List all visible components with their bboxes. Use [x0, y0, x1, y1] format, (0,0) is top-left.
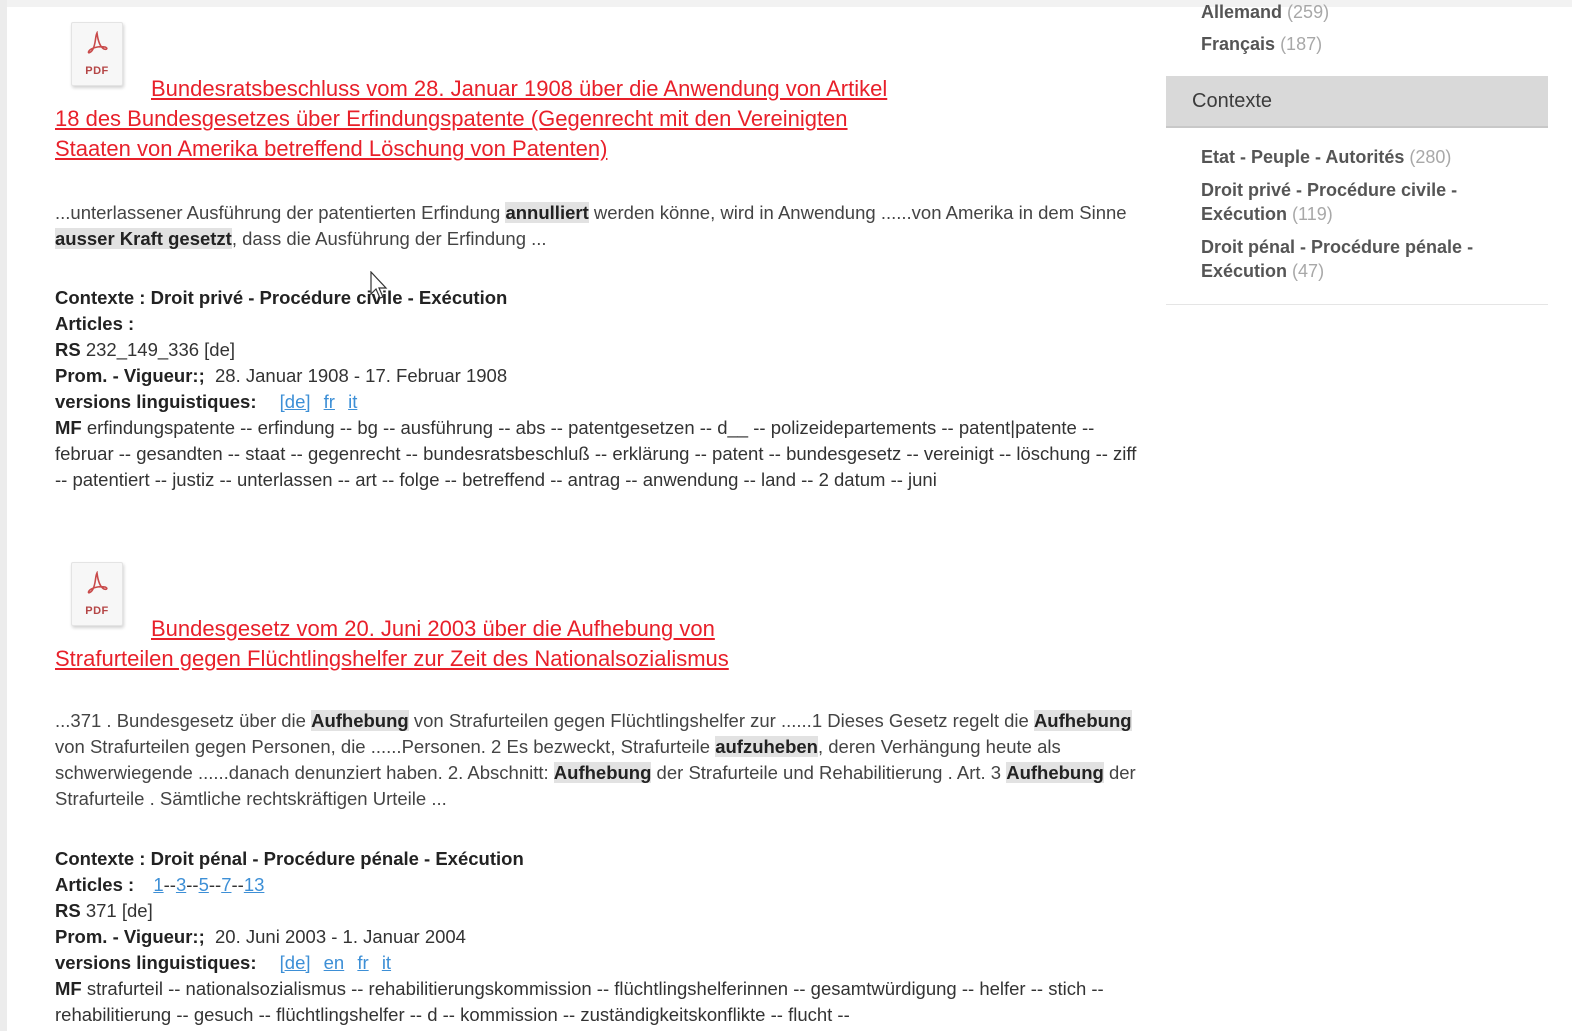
prom-label: Prom. - Vigueur:;: [55, 365, 205, 386]
article-links: 1--3--5--7--13: [139, 874, 264, 895]
rs-label: RS: [55, 900, 81, 921]
result-meta: Contexte : Droit pénal - Procédure pénal…: [55, 846, 1145, 1028]
contexte-label: Contexte :: [55, 848, 146, 869]
result-title-link[interactable]: Bundesratsbeschluss vom 28. Januar 1908 …: [55, 74, 915, 164]
versions-row: versions linguistiques: [de] en fr it: [55, 950, 1145, 976]
facet-label: Droit pénal - Procédure pénale -: [1201, 237, 1474, 257]
snippet-text: von Strafurteilen gegen Flüchtlingshelfe…: [408, 710, 1034, 731]
facet-language-francais[interactable]: Français (187): [1201, 32, 1322, 56]
facet-contexte-etat[interactable]: Etat - Peuple - Autorités (280): [1201, 145, 1451, 169]
rs-value: 232_149_336 [de]: [85, 339, 236, 360]
top-border: [0, 0, 1572, 7]
contexte-section-header: Contexte: [1166, 76, 1548, 128]
mf-value: strafurteil -- nationalsozialismus -- re…: [55, 978, 1104, 1025]
facet-label: Allemand: [1201, 2, 1283, 22]
article-link[interactable]: 1: [153, 874, 163, 895]
facet-count: (47): [1292, 261, 1325, 281]
facet-contexte-droit-prive[interactable]: Droit privé - Procédure civile - Exécuti…: [1201, 178, 1457, 226]
version-link[interactable]: [de]: [280, 952, 311, 973]
facet-count: (119): [1292, 204, 1333, 224]
contexte-value: Droit privé - Procédure civile - Exécuti…: [150, 287, 508, 308]
snippet-highlight: annulliert: [505, 202, 589, 223]
versions-label: versions linguistiques:: [55, 952, 257, 973]
article-separator: --: [231, 874, 244, 895]
articles-label: Articles :: [55, 313, 135, 334]
article-link[interactable]: 7: [221, 874, 231, 895]
article-link[interactable]: 3: [176, 874, 186, 895]
articles-label: Articles :: [55, 874, 135, 895]
facet-count: (280): [1409, 147, 1452, 167]
snippet-highlight: Aufhebung: [1006, 762, 1104, 783]
articles-row: Articles : 1--3--5--7--13: [55, 872, 1145, 898]
sidebar-divider: [1166, 304, 1548, 305]
facet-contexte-droit-penal[interactable]: Droit pénal - Procédure pénale - Exécuti…: [1201, 235, 1473, 283]
snippet-highlight: Aufhebung: [311, 710, 409, 731]
prom-row: Prom. - Vigueur:; 20. Juni 2003 - 1. Jan…: [55, 924, 1145, 950]
rs-row: RS 232_149_336 [de]: [55, 337, 1145, 363]
snippet-text: von Strafurteilen gegen Personen, die ..…: [55, 736, 716, 757]
article-separator: --: [163, 874, 176, 895]
mf-row: MF strafurteil -- nationalsozialismus --…: [55, 976, 1145, 1028]
result-meta: Contexte : Droit privé - Procédure civil…: [55, 285, 1145, 493]
facet-language-allemand[interactable]: Allemand (259): [1201, 0, 1329, 24]
facet-count: (187): [1280, 34, 1323, 54]
snippet-text: ...unterlassener Ausführung der patentie…: [55, 202, 506, 223]
acrobat-icon: [87, 31, 108, 54]
contexte-row: Contexte : Droit privé - Procédure civil…: [55, 285, 1145, 311]
snippet-highlight: aufzuheben: [715, 736, 818, 757]
snippet-text: , dass die Ausführung der Erfindung ...: [231, 228, 547, 249]
version-link[interactable]: fr: [357, 952, 368, 973]
acrobat-icon: [87, 571, 108, 594]
facet-label-cont: Exécution: [1201, 204, 1288, 224]
facet-label: Etat - Peuple - Autorités: [1201, 147, 1405, 167]
snippet-highlight: ausser Kraft gesetzt: [55, 228, 232, 249]
version-link[interactable]: fr: [324, 391, 335, 412]
versions-links: [de] en fr it: [262, 952, 391, 973]
contexte-row: Contexte : Droit pénal - Procédure pénal…: [55, 846, 1145, 872]
result-title-link[interactable]: Bundesgesetz vom 20. Juni 2003 über die …: [55, 614, 835, 674]
mouse-cursor-icon: [370, 271, 388, 299]
facet-label: Droit privé - Procédure civile -: [1201, 180, 1458, 200]
mf-label: MF: [55, 978, 82, 999]
left-border: [0, 0, 7, 1031]
prom-value: 20. Juni 2003 - 1. Januar 2004: [215, 926, 466, 947]
snippet-highlight: Aufhebung: [553, 762, 652, 783]
prom-label: Prom. - Vigueur:;: [55, 926, 205, 947]
prom-value: 28. Januar 1908 - 17. Februar 1908: [215, 365, 508, 386]
article-separator: --: [186, 874, 199, 895]
versions-row: versions linguistiques: [de] fr it: [55, 389, 1145, 415]
versions-label: versions linguistiques:: [55, 391, 257, 412]
mf-label: MF: [55, 417, 82, 438]
versions-links: [de] fr it: [262, 391, 358, 412]
mf-value: erfindungspatente -- erfindung -- bg -- …: [55, 417, 1137, 490]
contexte-label: Contexte :: [55, 287, 146, 308]
result-snippet: ...371 . Bundesgesetz über die Aufhebung…: [55, 708, 1140, 812]
facet-count: (259): [1287, 2, 1330, 22]
rs-label: RS: [55, 339, 81, 360]
snippet-text: werden könne, wird in Anwendung ......vo…: [588, 202, 1127, 223]
version-link[interactable]: [de]: [280, 391, 311, 412]
facet-label-cont: Exécution: [1201, 261, 1288, 281]
mf-row: MF erfindungspatente -- erfindung -- bg …: [55, 415, 1145, 493]
contexte-value: Droit pénal - Procédure pénale - Exécuti…: [150, 848, 524, 869]
version-link[interactable]: it: [382, 952, 391, 973]
rs-row: RS 371 [de]: [55, 898, 1145, 924]
version-link[interactable]: it: [348, 391, 357, 412]
section-title: Contexte: [1192, 90, 1273, 112]
prom-row: Prom. - Vigueur:; 28. Januar 1908 - 17. …: [55, 363, 1145, 389]
snippet-text: ...371 . Bundesgesetz über die: [55, 710, 312, 731]
article-separator: --: [208, 874, 222, 895]
snippet-text: der Strafurteile und Rehabilitierung . A…: [651, 762, 1007, 783]
article-link[interactable]: 13: [244, 874, 265, 895]
article-link[interactable]: 5: [199, 874, 209, 895]
rs-value: 371 [de]: [85, 900, 153, 921]
result-snippet: ...unterlassener Ausführung der patentie…: [55, 200, 1140, 252]
snippet-highlight: Aufhebung: [1033, 710, 1132, 731]
version-link[interactable]: en: [324, 952, 345, 973]
facet-label: Français: [1201, 34, 1276, 54]
articles-row: Articles :: [55, 311, 1145, 337]
